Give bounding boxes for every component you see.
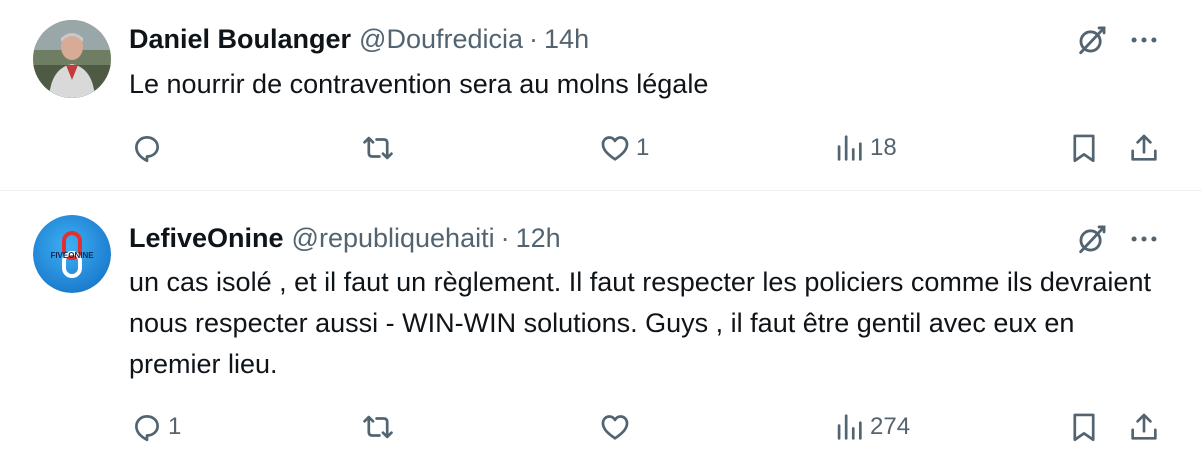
more-icon[interactable] xyxy=(1127,23,1161,57)
separator: · xyxy=(500,223,510,253)
more-icon[interactable] xyxy=(1127,222,1161,256)
avatar[interactable]: FIVEONINE xyxy=(33,215,111,293)
reply-count: 1 xyxy=(168,413,182,440)
timestamp[interactable]: 12h xyxy=(516,223,561,254)
like-count: 1 xyxy=(636,134,650,161)
bookmark-button[interactable] xyxy=(1067,407,1101,447)
share-icon xyxy=(1131,413,1157,440)
grok-icon[interactable] xyxy=(1075,23,1109,57)
fiveonine-logo: FIVEONINE xyxy=(33,215,111,293)
tweet[interactable]: FIVEONINE LefiveOnine @republiquehaiti ·… xyxy=(0,192,1202,470)
tweet-actions: 1 274 xyxy=(0,407,1202,447)
tweet[interactable]: Daniel Boulanger @Doufredicia · 14h Le n… xyxy=(0,0,1202,191)
tweet-header: LefiveOnine @republiquehaiti · 12h xyxy=(129,223,561,254)
reply-button[interactable] xyxy=(130,128,168,168)
timestamp[interactable]: 14h xyxy=(544,24,589,55)
tweet-text: un cas isolé , et il faut un règlement. … xyxy=(129,267,1151,379)
avatar-photo xyxy=(33,20,111,98)
like-icon xyxy=(601,136,629,161)
grok-icon[interactable] xyxy=(1075,222,1109,256)
like-button[interactable] xyxy=(598,407,636,447)
share-icon xyxy=(1131,134,1157,161)
views-icon xyxy=(837,135,862,161)
view-count: 18 xyxy=(870,134,897,161)
bookmark-icon xyxy=(1073,413,1095,442)
like-icon xyxy=(601,415,629,440)
retweet-button[interactable] xyxy=(361,407,399,447)
tweet-header: Daniel Boulanger @Doufredicia · 14h xyxy=(129,24,589,55)
view-count: 274 xyxy=(870,413,911,440)
retweet-icon xyxy=(363,136,393,160)
views-button[interactable]: 18 xyxy=(832,128,897,168)
avatar[interactable] xyxy=(33,20,111,98)
share-button[interactable] xyxy=(1127,128,1161,168)
user-handle[interactable]: @republiquehaiti xyxy=(292,223,495,254)
separator: · xyxy=(529,24,539,54)
reply-icon xyxy=(135,136,159,163)
retweet-icon xyxy=(363,415,393,439)
reply-icon xyxy=(135,415,159,442)
retweet-button[interactable] xyxy=(361,128,399,168)
like-button[interactable]: 1 xyxy=(598,128,649,168)
logo-text: FIVEONINE xyxy=(50,251,94,260)
reply-button[interactable]: 1 xyxy=(130,407,181,447)
share-button[interactable] xyxy=(1127,407,1161,447)
bookmark-button[interactable] xyxy=(1067,128,1101,168)
tweet-actions: 1 18 xyxy=(0,128,1202,168)
tweet-text: Le nourrir de contravention sera au moln… xyxy=(129,69,709,99)
display-name[interactable]: Daniel Boulanger xyxy=(129,24,351,55)
user-handle[interactable]: @Doufredicia xyxy=(359,24,523,55)
display-name[interactable]: LefiveOnine xyxy=(129,223,284,254)
views-icon xyxy=(837,414,862,440)
bookmark-icon xyxy=(1073,134,1095,163)
views-button[interactable]: 274 xyxy=(832,407,910,447)
